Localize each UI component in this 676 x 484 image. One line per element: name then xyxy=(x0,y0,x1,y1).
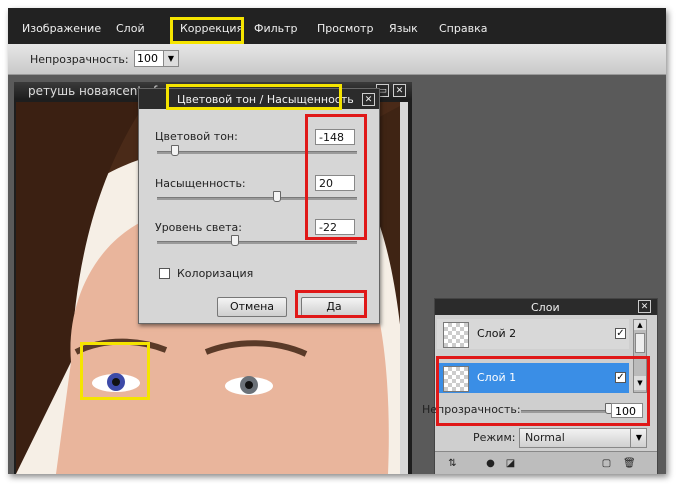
blend-mode-label: Режим: xyxy=(473,431,516,444)
highlight-ok-button xyxy=(295,290,367,318)
scroll-thumb[interactable] xyxy=(635,333,645,353)
scroll-up-icon[interactable]: ▲ xyxy=(634,320,646,330)
menu-item-language[interactable]: Язык xyxy=(389,22,418,35)
chevron-down-icon[interactable]: ▼ xyxy=(630,429,647,447)
layers-bottom-toolbar: ⇅ ● ◪ ▢ 🗑 xyxy=(435,451,657,474)
menu-item-filter[interactable]: Фильтр xyxy=(254,22,298,35)
highlight-menu-adjustments xyxy=(170,17,244,44)
layer-visibility-checkbox[interactable]: ✓ xyxy=(615,328,626,339)
menu-item-image[interactable]: Изображение xyxy=(22,22,101,35)
chevron-down-icon[interactable]: ▼ xyxy=(163,50,179,67)
highlight-dialog-values xyxy=(305,114,367,240)
close-icon[interactable]: ✕ xyxy=(638,300,651,313)
blend-mode-value: Normal xyxy=(525,431,565,444)
menu-bar: Изображение Слой Коррекция Фильтр Просмо… xyxy=(8,8,666,48)
highlight-dialog-title xyxy=(166,84,342,110)
trash-icon[interactable]: 🗑 xyxy=(623,458,636,469)
folder-icon[interactable]: ▢ xyxy=(601,458,612,469)
layer-name: Слой 2 xyxy=(477,327,517,340)
toolbar-opacity-input[interactable]: 100 xyxy=(134,50,164,67)
app-window: Изображение Слой Коррекция Фильтр Просмо… xyxy=(8,8,666,474)
layer-row[interactable]: Слой 2 ✓ xyxy=(437,319,629,349)
options-toolbar: Непрозрачность: 100 ▼ xyxy=(8,44,666,75)
saturation-label: Насыщенность: xyxy=(155,177,246,190)
close-icon[interactable]: ✕ xyxy=(362,93,375,106)
highlight-eye xyxy=(80,342,150,400)
link-layers-icon[interactable]: ⇅ xyxy=(447,458,458,469)
blend-mode-select[interactable]: Normal ▼ xyxy=(519,428,647,448)
toolbar-opacity-label: Непрозрачность: xyxy=(30,53,129,66)
lightness-slider-track[interactable] xyxy=(157,241,357,244)
adjustment-layer-icon[interactable]: ◪ xyxy=(505,458,516,469)
saturation-slider-thumb[interactable] xyxy=(273,191,281,202)
layers-title: Слои xyxy=(531,301,560,314)
layers-titlebar: Слои ✕ xyxy=(435,299,657,315)
close-icon[interactable]: ✕ xyxy=(393,84,406,97)
lightness-label: Уровень света: xyxy=(155,221,242,234)
highlight-layer-selection xyxy=(436,356,650,426)
menu-item-layer[interactable]: Слой xyxy=(116,22,145,35)
cancel-button[interactable]: Отмена xyxy=(217,297,287,317)
layer-style-icon[interactable]: ● xyxy=(485,458,496,469)
menu-item-view[interactable]: Просмотр xyxy=(317,22,373,35)
colorize-label: Колоризация xyxy=(177,267,254,280)
hue-slider-thumb[interactable] xyxy=(171,145,179,156)
layer-thumbnail xyxy=(443,322,469,348)
menu-item-help[interactable]: Справка xyxy=(439,22,487,35)
lightness-slider-thumb[interactable] xyxy=(231,235,239,246)
colorize-checkbox[interactable] xyxy=(159,268,170,279)
hue-label: Цветовой тон: xyxy=(155,130,238,143)
